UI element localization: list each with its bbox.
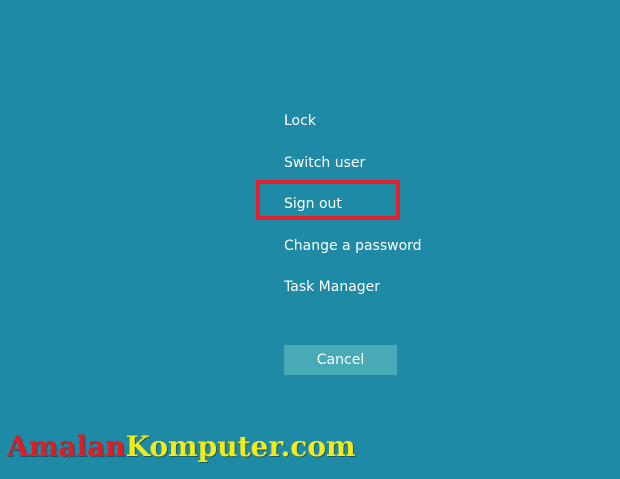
site-watermark: AmalanKomputer.com [7, 433, 356, 461]
menu-item-switch-user[interactable]: Switch user [284, 153, 504, 173]
menu-item-change-password[interactable]: Change a password [284, 236, 504, 256]
sign-out-highlight-box [256, 180, 400, 220]
watermark-text-amalan: Amalan [7, 430, 126, 463]
watermark-text-dotcom: .com [280, 430, 356, 463]
menu-item-lock[interactable]: Lock [284, 111, 504, 131]
menu-item-task-manager[interactable]: Task Manager [284, 277, 504, 297]
cancel-button[interactable]: Cancel [284, 345, 397, 375]
watermark-text-komputer: Komputer [125, 430, 281, 463]
security-options-screen: Lock Switch user Sign out Change a passw… [0, 0, 620, 479]
